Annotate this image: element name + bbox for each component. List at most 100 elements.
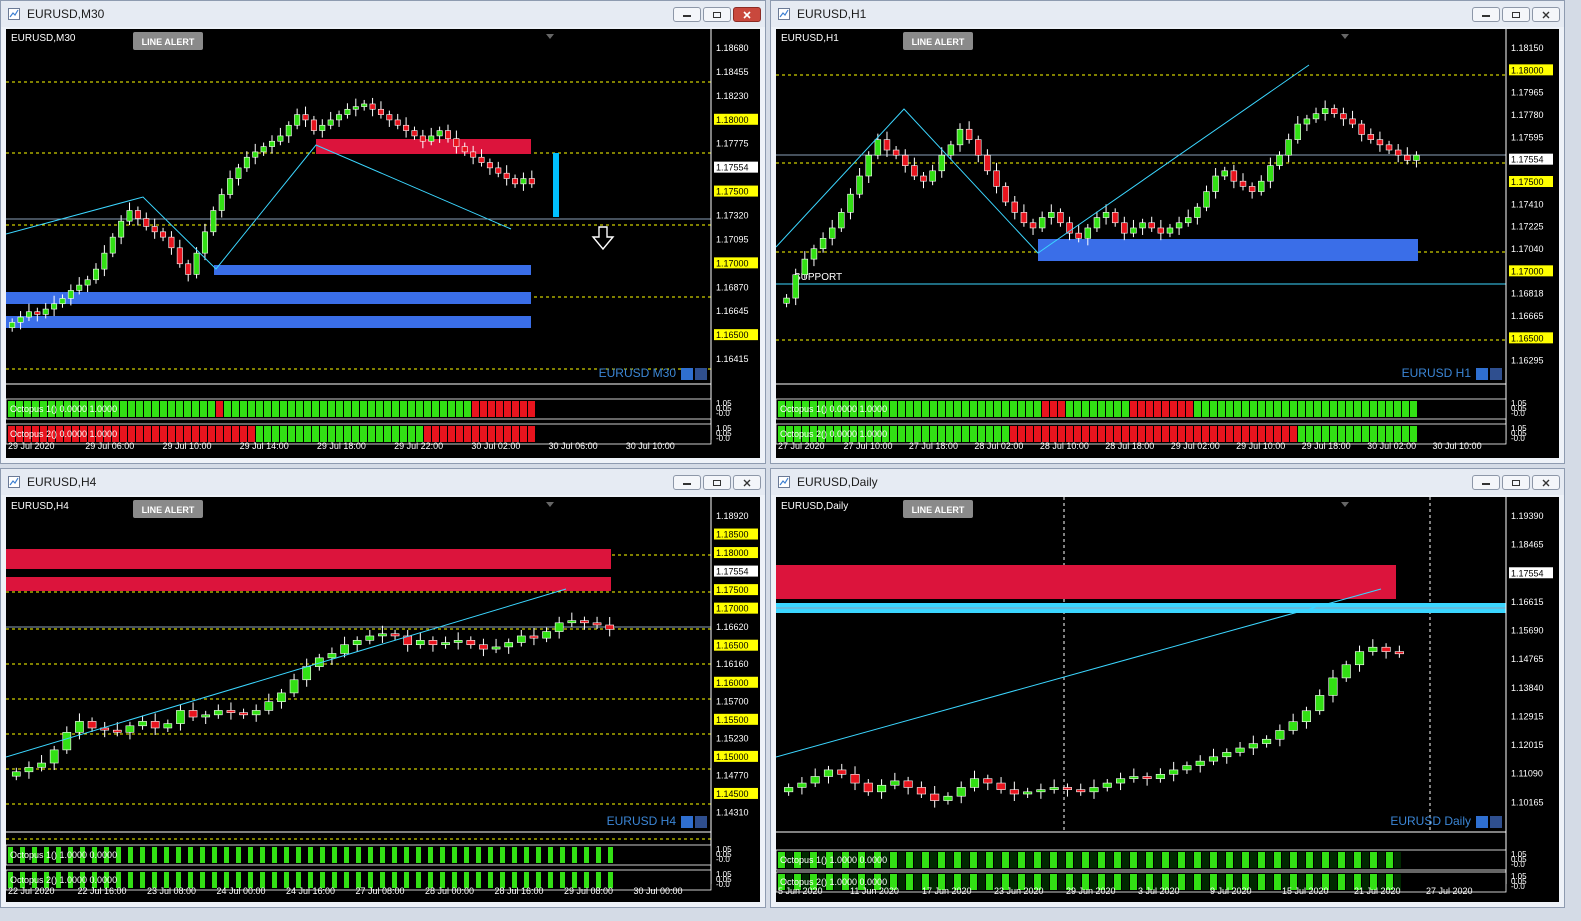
chart-window-daily[interactable]: EURUSD,Daily EURUSD,Daily LINE ALERT EURUS… <box>770 468 1565 908</box>
oscillator-bar <box>1082 426 1089 442</box>
price-chart-daily[interactable]: EURUSD,Daily LINE ALERT EURUSD Daily 1.1939… <box>776 497 1559 902</box>
oscillator-bar <box>200 872 205 888</box>
minimize-button[interactable] <box>1472 475 1500 490</box>
title-bar[interactable]: EURUSD,Daily <box>771 469 1564 495</box>
maximize-button[interactable] <box>1502 7 1530 22</box>
candle <box>512 178 519 185</box>
oscillator-bar <box>922 852 929 868</box>
candle <box>495 167 502 174</box>
minimize-button[interactable] <box>673 7 701 22</box>
up-arrow-icon[interactable] <box>1476 368 1488 380</box>
oscillator-bar <box>1282 426 1289 442</box>
chart-window-h4[interactable]: EURUSD,H4 EURUSD,H4 LINE ALERT EURUSD H4 1.… <box>0 468 766 908</box>
oscillator-bar <box>962 426 969 442</box>
oscillator-bar <box>1154 401 1161 417</box>
oscillator-bar <box>448 426 455 442</box>
up-arrow-icon[interactable] <box>681 368 693 380</box>
support-label: SUPPORT <box>794 272 842 283</box>
price-tick-label: 1.14770 <box>716 770 749 780</box>
oscillator-bar <box>938 852 945 868</box>
close-button[interactable] <box>733 475 761 490</box>
oscillator-bar <box>1266 874 1273 890</box>
oscillator-bar <box>1394 852 1401 868</box>
chart-window-h1[interactable]: EURUSD,H1 SUPPORT EURUSD,H1 LINE ALERT EURU… <box>770 0 1565 464</box>
oscillator-bar <box>1138 852 1145 868</box>
candle <box>930 793 940 801</box>
oscillator-bar <box>272 847 277 863</box>
price-chart-h4[interactable]: EURUSD,H4 LINE ALERT EURUSD H4 1.18920 1.185… <box>6 497 760 902</box>
title-bar[interactable]: EURUSD,M30 <box>1 1 765 27</box>
oscillator-bar <box>288 401 295 417</box>
oscillator-bar <box>922 426 929 442</box>
candle <box>436 130 443 137</box>
close-button[interactable] <box>1532 7 1560 22</box>
price-chart-m30[interactable]: EURUSD,M30 LINE ALERT EURUSD M30 1.18680 1.1… <box>6 29 760 458</box>
candle <box>993 170 1000 187</box>
oscillator-bar <box>1282 852 1289 868</box>
price-chart-h1[interactable]: SUPPORT EURUSD,H1 LINE ALERT EURUSD H1 1.181… <box>776 29 1559 458</box>
oscillator-bar <box>1338 426 1345 442</box>
up-arrow-icon[interactable] <box>681 816 693 828</box>
oscillator-bar <box>328 401 335 417</box>
oscillator-bar <box>512 426 519 442</box>
oscillator-bar <box>1194 874 1201 890</box>
title-bar[interactable]: EURUSD,H4 <box>1 469 765 495</box>
oscillator-bar <box>416 847 421 863</box>
candle <box>37 762 46 768</box>
oscillator-bar <box>256 426 263 442</box>
chart-area[interactable]: SUPPORT EURUSD,H1 LINE ALERT EURUSD H1 1.181… <box>776 29 1559 458</box>
settings-icon[interactable] <box>1490 368 1502 380</box>
price-tick-label: 1.18920 <box>716 511 749 521</box>
chart-area[interactable]: EURUSD,M30 LINE ALERT EURUSD M30 1.18680 1.1… <box>6 29 760 458</box>
oscillator-bar <box>1410 401 1417 417</box>
chart-window-icon <box>7 7 21 21</box>
candle <box>1340 113 1347 120</box>
oscillator-bar <box>906 874 913 890</box>
maximize-button[interactable] <box>1502 475 1530 490</box>
oscillator-bar <box>1130 401 1137 417</box>
oscillator-bar <box>344 401 351 417</box>
close-button[interactable] <box>733 7 761 22</box>
title-bar[interactable]: EURUSD,H1 <box>771 1 1564 27</box>
candle <box>956 787 966 797</box>
candle <box>983 778 993 784</box>
minimize-button[interactable] <box>673 475 701 490</box>
settings-icon[interactable] <box>1490 816 1502 828</box>
maximize-button[interactable] <box>703 475 731 490</box>
oscillator-scale-label: -0.0 <box>1511 882 1525 891</box>
chart-area[interactable]: EURUSD,H4 LINE ALERT EURUSD H4 1.18920 1.185… <box>6 497 760 902</box>
candle <box>1248 186 1256 192</box>
chart-window-m30[interactable]: EURUSD,M30 EURUSD,M30 LINE ALERT EURUSD M3… <box>0 0 766 464</box>
oscillator-bar <box>1354 852 1361 868</box>
oscillator-bar <box>164 847 169 863</box>
candle <box>1157 227 1165 234</box>
settings-icon[interactable] <box>695 368 707 380</box>
oscillator-bar <box>496 401 503 417</box>
oscillator-bar <box>994 852 1001 868</box>
oscillator-bar <box>978 401 985 417</box>
close-button[interactable] <box>1532 475 1560 490</box>
oscillator-bar <box>500 847 505 863</box>
oscillator-bar <box>572 847 577 863</box>
oscillator-scale-label: -0.0 <box>716 409 730 418</box>
maximize-button[interactable] <box>703 7 731 22</box>
oscillator-bar <box>938 401 945 417</box>
oscillator-bar <box>224 426 231 442</box>
oscillator-bar <box>344 872 349 888</box>
candle <box>592 622 602 626</box>
candle <box>938 154 945 172</box>
candle <box>479 644 488 650</box>
oscillator-bar <box>212 847 217 863</box>
symbol-timeframe-label: EURUSD M30 <box>599 366 677 380</box>
oscillator-bar <box>260 847 265 863</box>
oscillator-bar <box>1034 401 1041 417</box>
up-arrow-icon[interactable] <box>1476 816 1488 828</box>
oscillator-bar <box>1122 874 1129 890</box>
chart-area[interactable]: EURUSD,Daily LINE ALERT EURUSD Daily 1.1939… <box>776 497 1559 902</box>
candle <box>17 316 24 323</box>
minimize-button[interactable] <box>1472 7 1500 22</box>
oscillator-bar <box>1010 426 1017 442</box>
oscillator-bar <box>368 401 375 417</box>
settings-icon[interactable] <box>695 816 707 828</box>
price-tick-label: 1.16818 <box>1511 289 1544 299</box>
